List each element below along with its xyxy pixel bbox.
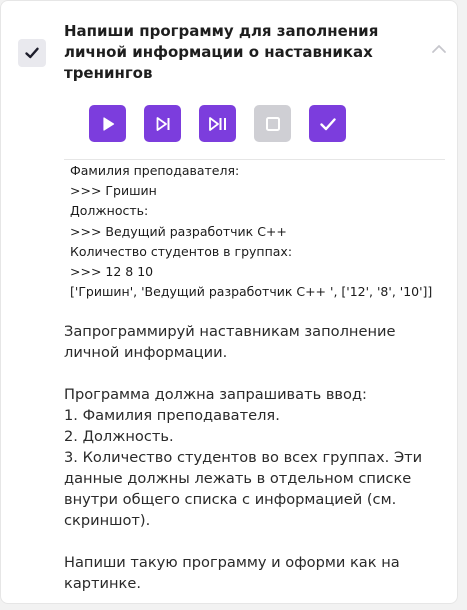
console-line: Должность: <box>70 203 149 219</box>
completed-checkbox[interactable] <box>18 39 46 67</box>
step-icon <box>156 116 169 131</box>
console-line: Фамилия преподавателя: <box>70 163 240 178</box>
play-icon <box>102 116 114 131</box>
run-toolbar <box>89 105 346 142</box>
description-intro: Запрограммируй наставникам заполнение ли… <box>64 323 396 361</box>
submit-button[interactable] <box>309 105 346 142</box>
step-to-end-button[interactable] <box>199 105 236 142</box>
requirement-item: 2. Должность. <box>64 428 174 445</box>
console-line: >>> Ведущий разработчик С++ <box>70 223 287 239</box>
chevron-up-icon <box>432 45 446 53</box>
task-description: Запрограммируй наставникам заполнение ли… <box>64 321 449 594</box>
console-line: >>> 12 8 10 <box>70 264 154 280</box>
task-title: Напиши программу для заполнения личной и… <box>64 22 379 82</box>
requirement-item: 3. Количество студентов во всех группах.… <box>64 449 423 529</box>
requirement-item: 1. Фамилия преподавателя. <box>64 407 280 424</box>
requirements-heading: Программа должна запрашивать ввод: <box>64 386 367 403</box>
step-button[interactable] <box>144 105 181 142</box>
console-line: ['Гришин', 'Ведущий разработчик С++ ', [… <box>70 284 433 300</box>
description-requirements: Программа должна запрашивать ввод: 1. Фа… <box>64 384 449 531</box>
collapse-button[interactable] <box>429 41 449 57</box>
console-line: Количество студентов в группах: <box>70 243 293 259</box>
check-icon <box>319 117 336 130</box>
stop-icon <box>265 116 280 131</box>
task-card: Напиши программу для заполнения личной и… <box>0 0 458 604</box>
console-line: >>> Гришин <box>70 183 157 199</box>
run-button[interactable] <box>89 105 126 142</box>
description-final: Напиши такую программу и оформи как на к… <box>64 554 400 592</box>
divider <box>64 159 445 160</box>
step-to-end-icon <box>208 116 226 131</box>
checkmark-icon <box>25 47 39 59</box>
stop-button[interactable] <box>254 105 291 142</box>
console-output: Фамилия преподавателя: >>> Гришин Должно… <box>70 161 432 302</box>
